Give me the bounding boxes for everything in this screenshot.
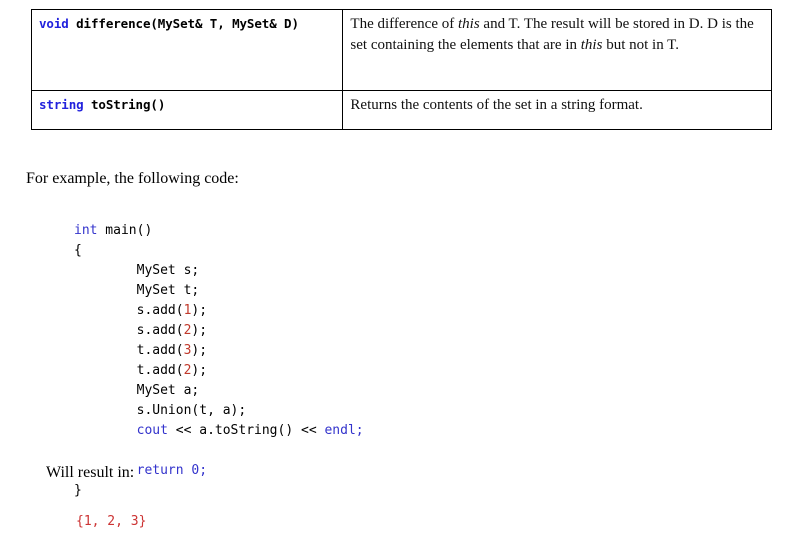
code-line: s.add(1); xyxy=(74,303,207,318)
code-line: MySet t; xyxy=(74,283,200,298)
code-output-text: {1, 2, 3} xyxy=(76,514,147,529)
signature-text: string toString() xyxy=(39,97,165,112)
code-token-kw: endl; xyxy=(324,423,364,438)
description-segment: but not in T. xyxy=(602,36,679,53)
code-token-plain: s.Union(t, a); xyxy=(136,403,247,418)
code-token-kw: int xyxy=(74,223,98,238)
code-token-plain: ); xyxy=(191,363,208,378)
code-line: int main() xyxy=(74,223,152,238)
code-token-kw: return 0; xyxy=(136,463,208,478)
code-sample-block: int main() { MySet s; MySet t; s.add(1);… xyxy=(74,221,364,501)
code-token-plain: MySet t; xyxy=(136,283,200,298)
code-token-plain: t.add( xyxy=(136,363,184,378)
code-token-plain: ); xyxy=(191,343,208,358)
code-token-plain: } xyxy=(74,483,82,498)
api-reference-table: void difference(MySet& T, MySet& D) The … xyxy=(30,9,772,130)
table-row: string toString() Returns the contents o… xyxy=(30,90,772,130)
signature-tostring: string toString() xyxy=(32,91,342,129)
method-signature-cell: string toString() xyxy=(30,90,344,130)
description-emphasis: this xyxy=(457,16,480,32)
result-paragraph: Will result in: xyxy=(46,464,135,481)
code-token-plain: << a.toString() << xyxy=(167,423,325,438)
description-segment: The difference of xyxy=(350,16,458,32)
table-row: void difference(MySet& T, MySet& D) The … xyxy=(30,9,772,91)
code-token-plain: MySet s; xyxy=(136,263,200,278)
code-token-plain: s.add( xyxy=(136,303,184,318)
method-description-cell: Returns the contents of the set in a str… xyxy=(342,90,772,130)
signature-rest: difference(MySet& T, MySet& D) xyxy=(68,16,299,31)
signature-difference: void difference(MySet& T, MySet& D) xyxy=(32,10,342,90)
description-emphasis: this xyxy=(580,36,603,53)
signature-text: void difference(MySet& T, MySet& D) xyxy=(39,16,299,31)
code-token-plain: main() xyxy=(97,223,153,238)
method-description-cell: The difference of this and T. The result… xyxy=(342,9,772,91)
code-token-plain: { xyxy=(74,243,82,258)
method-signature-cell: void difference(MySet& T, MySet& D) xyxy=(30,9,344,91)
intro-paragraph: For example, the following code: xyxy=(26,170,239,187)
signature-rest: toString() xyxy=(83,97,166,112)
code-token-plain: t.add( xyxy=(136,343,184,358)
signature-keyword: string xyxy=(39,97,84,112)
description-text: The difference of this and T. The result… xyxy=(350,16,753,53)
code-token-plain: ); xyxy=(191,303,208,318)
description-text: Returns the contents of the set in a str… xyxy=(350,97,643,113)
signature-keyword: void xyxy=(39,16,69,31)
code-line: t.add(2); xyxy=(74,363,207,378)
code-line: t.add(3); xyxy=(74,343,207,358)
code-token-plain: ); xyxy=(191,323,208,338)
code-token-plain: MySet a; xyxy=(136,383,200,398)
code-line: { xyxy=(74,243,82,258)
description-difference: The difference of this and T. The result… xyxy=(343,10,771,90)
code-output-block: {1, 2, 3} xyxy=(76,512,146,532)
code-line: MySet a; xyxy=(74,383,200,398)
code-token-plain: s.add( xyxy=(136,323,184,338)
description-tostring: Returns the contents of the set in a str… xyxy=(343,91,771,129)
code-line: } xyxy=(74,483,82,498)
code-line: s.Union(t, a); xyxy=(74,403,247,418)
code-line: MySet s; xyxy=(74,263,200,278)
code-token-kw: cout xyxy=(136,423,168,438)
code-line: cout << a.toString() << endl; xyxy=(74,423,364,438)
code-line: s.add(2); xyxy=(74,323,207,338)
api-table-body: void difference(MySet& T, MySet& D) The … xyxy=(30,9,772,130)
